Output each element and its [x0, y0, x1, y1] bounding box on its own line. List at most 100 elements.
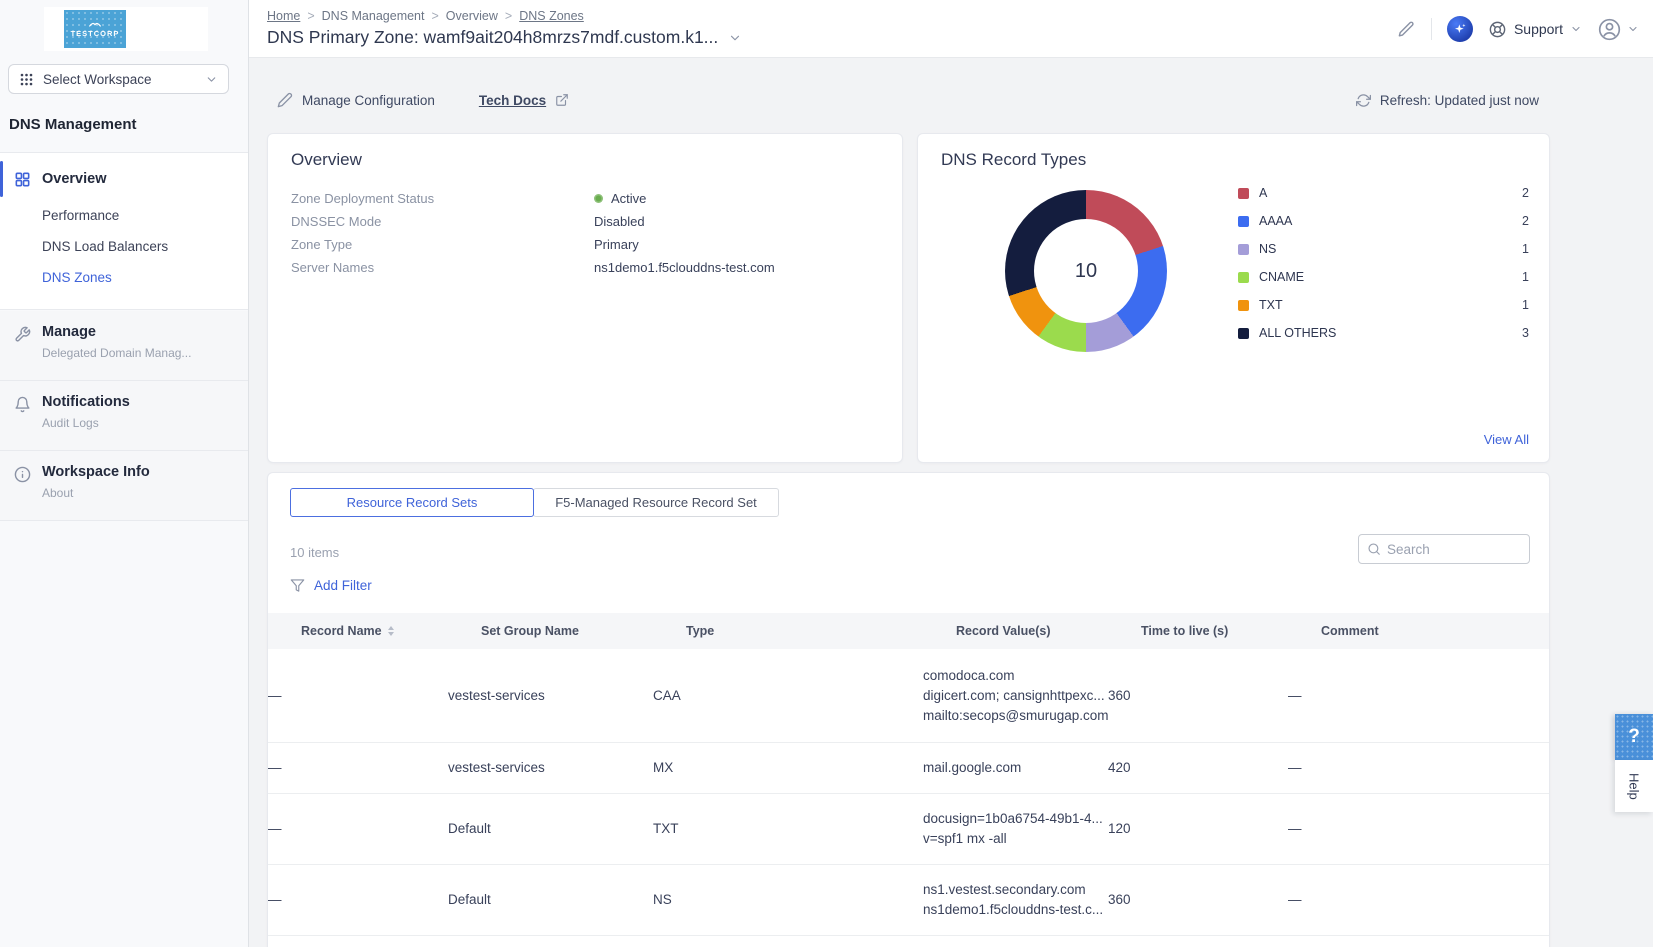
cell-type: CAA — [653, 686, 923, 706]
sidebar-item-subtitle: Delegated Domain Manag... — [42, 346, 248, 360]
records-tabs: Resource Record Sets F5-Managed Resource… — [290, 488, 779, 517]
column-record-name: Record Name — [301, 624, 481, 638]
breadcrumb: Home>DNS Management>Overview>DNS Zones — [267, 9, 584, 23]
legend-item: A2 — [1238, 186, 1529, 200]
cell-record-name: — — [268, 819, 448, 839]
ai-assistant-button[interactable] — [1447, 16, 1473, 42]
company-logo[interactable]: TESTCORP — [64, 10, 126, 48]
cell-comment: — — [1288, 819, 1549, 839]
account-menu[interactable] — [1597, 17, 1639, 42]
help-question-button[interactable]: ? — [1615, 714, 1653, 760]
overview-grid-icon — [14, 171, 31, 188]
workspace-selector[interactable]: Select Workspace — [8, 64, 229, 94]
records-card: Resource Record Sets F5-Managed Resource… — [267, 472, 1550, 947]
cell-ttl: 360 — [1108, 686, 1288, 706]
app-root: TESTCORP Select Workspace DNS Management… — [0, 0, 1653, 947]
table-row[interactable]: —DefaultAAAA1111:1111...300— — [268, 936, 1549, 947]
breadcrumb-item[interactable]: Overview — [446, 9, 498, 23]
avatar-icon — [1597, 17, 1622, 42]
breadcrumb-item[interactable]: DNS Management — [322, 9, 425, 23]
workspace-selector-label: Select Workspace — [43, 72, 152, 87]
cell-type: MX — [653, 758, 923, 778]
field-label: Zone Deployment Status — [291, 191, 594, 206]
legend-count: 1 — [1522, 242, 1529, 256]
page-title-row: DNS Primary Zone: wamf9ait204h8mrzs7mdf.… — [267, 27, 742, 48]
tab-f5-managed-resource-record-set[interactable]: F5-Managed Resource Record Set — [533, 488, 779, 517]
field-value: Active — [594, 191, 646, 206]
paintbrush-icon[interactable] — [1397, 20, 1416, 39]
breadcrumb-separator: > — [505, 9, 512, 23]
cell-record-values: mail.google.com — [923, 758, 1108, 778]
sidebar-item-label: Overview — [42, 171, 107, 187]
sidebar-item-dns-load-balancers[interactable]: DNS Load Balancers — [0, 231, 248, 262]
donut-hole: 10 — [1034, 219, 1138, 323]
tab-resource-record-sets[interactable]: Resource Record Sets — [290, 488, 534, 517]
field-label: Server Names — [291, 260, 594, 275]
field-value: Primary — [594, 237, 639, 252]
overview-field-row: Server Namesns1demo1.f5clouddns-test.com — [291, 256, 882, 279]
search-input[interactable] — [1387, 542, 1521, 557]
sidebar-item-workspace-info[interactable]: Workspace Info About — [0, 451, 248, 521]
legend-item: AAAA2 — [1238, 214, 1529, 228]
cell-set-group-name: vestest-services — [448, 758, 653, 778]
search-box — [1358, 534, 1530, 564]
legend-label: AAAA — [1259, 214, 1292, 228]
refresh-label: Refresh: Updated just now — [1380, 93, 1539, 108]
status-dot — [594, 194, 603, 203]
items-count: 10 items — [290, 545, 339, 560]
refresh-button[interactable]: Refresh: Updated just now — [1356, 85, 1539, 115]
cell-record-values: ns1.vestest.secondary.comns1demo1.f5clou… — [923, 880, 1108, 920]
top-bar: Home>DNS Management>Overview>DNS Zones D… — [249, 0, 1653, 58]
legend-label: ALL OTHERS — [1259, 326, 1336, 340]
cell-ttl: 360 — [1108, 890, 1288, 910]
chevron-down-icon — [1627, 23, 1639, 35]
sidebar: TESTCORP Select Workspace DNS Management… — [0, 0, 249, 947]
funnel-icon — [290, 578, 305, 593]
cell-type: TXT — [653, 819, 923, 839]
chevron-down-icon[interactable] — [728, 31, 742, 45]
legend-count: 1 — [1522, 270, 1529, 284]
search-icon — [1367, 542, 1381, 556]
add-filter-button[interactable]: Add Filter — [290, 578, 372, 593]
legend-count: 3 — [1522, 326, 1529, 340]
cell-record-name: — — [268, 686, 448, 706]
table-row[interactable]: —DefaultNSns1.vestest.secondary.comns1de… — [268, 865, 1549, 936]
breadcrumb-item[interactable]: Home — [267, 9, 300, 23]
page-toolbar: Manage Configuration Tech Docs — [277, 85, 569, 115]
sidebar-item-overview[interactable]: Overview — [0, 158, 248, 200]
table-row[interactable]: —DefaultTXTdocusign=1b0a6754-49b1-4...v=… — [268, 794, 1549, 865]
tech-docs-link[interactable]: Tech Docs — [479, 93, 569, 108]
sidebar-item-label: Manage — [42, 324, 248, 340]
dns-record-types-card: DNS Record Types 10 A2AAAA2NS1CNAME1TXT1… — [917, 133, 1550, 463]
chevron-down-icon — [205, 73, 218, 86]
overview-field-row: DNSSEC ModeDisabled — [291, 210, 882, 233]
sidebar-item-subtitle: Audit Logs — [42, 416, 248, 430]
column-set-group-name: Set Group Name — [481, 624, 686, 638]
divider — [1431, 18, 1432, 40]
breadcrumb-item[interactable]: DNS Zones — [519, 9, 584, 23]
overview-field-row: Zone Deployment StatusActive — [291, 187, 882, 210]
table-row[interactable]: —vestest-servicesMXmail.google.com420— — [268, 743, 1549, 794]
sidebar-item-dns-zones[interactable]: DNS Zones — [0, 262, 248, 293]
page-title: DNS Primary Zone: wamf9ait204h8mrzs7mdf.… — [267, 27, 718, 48]
sidebar-item-performance[interactable]: Performance — [0, 200, 248, 231]
sidebar-item-manage[interactable]: Manage Delegated Domain Manag... — [0, 311, 248, 381]
breadcrumb-separator: > — [431, 9, 438, 23]
legend-item: CNAME1 — [1238, 270, 1529, 284]
column-record-values: Record Value(s) — [956, 624, 1141, 638]
sort-icon[interactable] — [388, 626, 394, 636]
sidebar-section-overview: Overview Performance DNS Load Balancers … — [0, 152, 248, 310]
wrench-icon — [14, 326, 31, 343]
help-label: Help — [1627, 773, 1642, 800]
table-row[interactable]: —vestest-servicesCAAcomodoca.comdigicert… — [268, 649, 1549, 743]
sidebar-item-label: Notifications — [42, 394, 248, 410]
cell-record-name: — — [268, 890, 448, 910]
support-menu[interactable]: Support — [1488, 20, 1582, 39]
legend-item: TXT1 — [1238, 298, 1529, 312]
manage-configuration-button[interactable]: Manage Configuration — [277, 92, 435, 108]
help-tab[interactable]: Help — [1615, 760, 1653, 812]
help-widget: ? Help — [1615, 714, 1653, 812]
sidebar-item-notifications[interactable]: Notifications Audit Logs — [0, 381, 248, 451]
cell-comment: — — [1288, 890, 1549, 910]
view-all-link[interactable]: View All — [1484, 432, 1529, 447]
